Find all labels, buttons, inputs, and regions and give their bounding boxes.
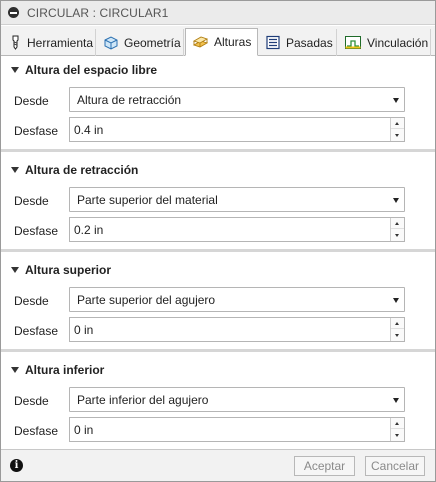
collapse-arrow-icon <box>11 267 19 273</box>
section-divider <box>1 249 435 252</box>
decrement-arrow-icon[interactable] <box>391 430 404 441</box>
collapse-arrow-icon <box>11 67 19 73</box>
retract-offset-input[interactable] <box>70 218 390 241</box>
section-title: Altura superior <box>25 263 112 277</box>
spinner-buttons <box>390 218 404 241</box>
tab-alturas[interactable]: Alturas <box>185 28 258 56</box>
top-from-select[interactable]: Parte superior del agujero <box>69 287 405 312</box>
bottom-offset-spinner <box>69 417 405 442</box>
top-offset-input[interactable] <box>70 318 390 341</box>
decrement-arrow-icon[interactable] <box>391 230 404 241</box>
from-label: Desde <box>14 294 49 308</box>
linking-icon <box>345 36 361 49</box>
tab-label: Vinculación <box>367 35 429 50</box>
tab-herramienta[interactable]: Herramienta <box>3 29 96 56</box>
from-label: Desde <box>14 394 49 408</box>
bottom-offset-input[interactable] <box>70 418 390 441</box>
title-bar[interactable]: CIRCULAR : CIRCULAR1 <box>1 1 435 25</box>
decrement-arrow-icon[interactable] <box>391 330 404 341</box>
tab-bar: Herramienta Geometría Alturas Pasadas Vi… <box>1 26 435 56</box>
dropdown-arrow-icon <box>393 398 399 403</box>
retract-from-select[interactable]: Parte superior del material <box>69 187 405 212</box>
from-label: Desde <box>14 94 49 108</box>
section-header-retract[interactable]: Altura de retracción <box>1 160 435 180</box>
increment-arrow-icon[interactable] <box>391 218 404 229</box>
tab-label: Alturas <box>214 35 252 49</box>
heights-icon <box>192 36 209 47</box>
dialog-footer: i Aceptar Cancelar <box>1 449 435 481</box>
select-value: Altura de retracción <box>77 92 182 107</box>
clearance-from-select[interactable]: Altura de retracción <box>69 87 405 112</box>
clearance-offset-input[interactable] <box>70 118 390 141</box>
passes-icon <box>266 35 280 50</box>
dialog-title: CIRCULAR : CIRCULAR1 <box>27 5 169 20</box>
decrement-arrow-icon[interactable] <box>391 130 404 141</box>
tab-pasadas[interactable]: Pasadas <box>259 29 337 56</box>
select-value: Parte superior del agujero <box>77 292 216 307</box>
select-value: Parte superior del material <box>77 192 218 207</box>
spinner-buttons <box>390 118 404 141</box>
spinner-buttons <box>390 418 404 441</box>
from-label: Desde <box>14 194 49 208</box>
increment-arrow-icon[interactable] <box>391 118 404 129</box>
offset-label: Desfase <box>14 224 59 238</box>
tab-geometria[interactable]: Geometría <box>97 29 184 56</box>
offset-label: Desfase <box>14 124 59 138</box>
dropdown-arrow-icon <box>393 98 399 103</box>
clearance-offset-spinner <box>69 117 405 142</box>
collapse-arrow-icon <box>11 367 19 373</box>
section-title: Altura inferior <box>25 363 105 377</box>
collapse-arrow-icon <box>11 167 19 173</box>
section-divider <box>1 349 435 352</box>
offset-label: Desfase <box>14 324 59 338</box>
geometry-icon <box>104 36 118 50</box>
section-header-top[interactable]: Altura superior <box>1 260 435 280</box>
increment-arrow-icon[interactable] <box>391 418 404 429</box>
tab-label: Herramienta <box>27 35 94 50</box>
tool-icon <box>12 35 19 50</box>
top-offset-spinner <box>69 317 405 342</box>
circular-dialog: CIRCULAR : CIRCULAR1 Herramienta Geometr… <box>0 0 436 482</box>
tab-vinculacion[interactable]: Vinculación <box>338 29 431 56</box>
increment-arrow-icon[interactable] <box>391 318 404 329</box>
offset-label: Desfase <box>14 424 59 438</box>
tab-label: Geometría <box>124 35 181 50</box>
spinner-buttons <box>390 318 404 341</box>
ok-button[interactable]: Aceptar <box>294 456 355 476</box>
cancel-button[interactable]: Cancelar <box>365 456 425 476</box>
dropdown-arrow-icon <box>393 298 399 303</box>
select-value: Parte inferior del agujero <box>77 392 209 407</box>
info-icon[interactable]: i <box>10 459 23 472</box>
collapse-icon[interactable] <box>8 7 19 18</box>
dropdown-arrow-icon <box>393 198 399 203</box>
tab-label: Pasadas <box>286 35 333 50</box>
retract-offset-spinner <box>69 217 405 242</box>
section-divider <box>1 149 435 152</box>
bottom-from-select[interactable]: Parte inferior del agujero <box>69 387 405 412</box>
section-title: Altura de retracción <box>25 163 139 177</box>
section-header-clearance[interactable]: Altura del espacio libre <box>1 60 435 80</box>
section-header-bottom[interactable]: Altura inferior <box>1 360 435 380</box>
section-title: Altura del espacio libre <box>25 63 158 77</box>
